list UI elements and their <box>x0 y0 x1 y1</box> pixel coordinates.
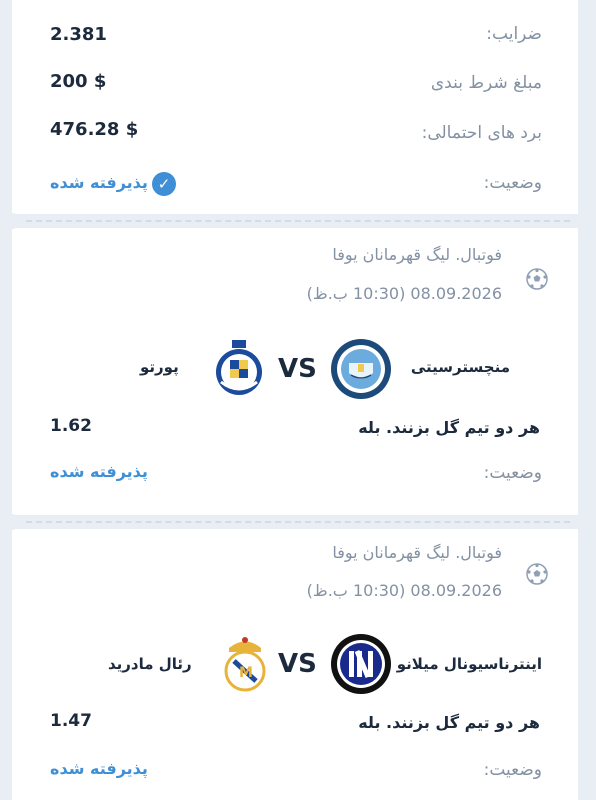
match-datetime: 08.09.2026 (10:30 ب.ظ) <box>306 284 502 303</box>
status-label: وضعیت: <box>483 760 542 780</box>
odds-label: ضرایب: <box>486 24 542 44</box>
football-icon <box>526 268 548 290</box>
ticket-notch <box>4 213 20 229</box>
vs-label: VS <box>278 354 317 384</box>
potential-win-label: برد های احتمالی: <box>421 123 542 143</box>
bet-odds: 1.62 <box>50 416 92 436</box>
inter-milan-logo-icon <box>331 634 391 694</box>
home-team-name: اینترناسیونال میلانو <box>396 655 542 673</box>
status-label: وضعیت: <box>483 173 542 193</box>
status-label: وضعیت: <box>483 463 542 483</box>
status-value: پذیرفته شده <box>50 759 148 778</box>
manchester-city-logo-icon <box>331 339 391 399</box>
football-icon <box>526 563 548 585</box>
home-team-name: منچسترسیتی <box>410 358 510 376</box>
match-datetime: 08.09.2026 (10:30 ب.ظ) <box>306 581 502 600</box>
status-value: پذیرفته شده <box>50 173 148 192</box>
check-icon: ✓ <box>152 172 176 196</box>
bet-market: هر دو تیم گل بزنند. بله <box>358 713 540 732</box>
porto-logo-icon <box>216 340 262 395</box>
away-team-name: پورتو <box>140 358 179 376</box>
away-team-name: رئال مادرید <box>108 655 192 673</box>
ticket-notch <box>4 514 20 530</box>
ticket-notch <box>576 514 592 530</box>
ticket-divider <box>26 521 570 523</box>
bet-market: هر دو تیم گل بزنند. بله <box>358 418 540 437</box>
ticket-notch <box>576 213 592 229</box>
ticket-divider <box>26 220 570 222</box>
bet-card: فوتبال. لیگ قهرمانان یوفا 08.09.2026 (10… <box>12 228 578 515</box>
real-madrid-logo-icon: M <box>224 637 266 692</box>
potential-win-value: 476.28 $ <box>50 119 139 140</box>
stake-label: مبلغ شرط بندی <box>430 73 542 93</box>
vs-label: VS <box>278 649 317 679</box>
bet-card: فوتبال. لیگ قهرمانان یوفا 08.09.2026 (10… <box>12 529 578 800</box>
bet-odds: 1.47 <box>50 711 92 731</box>
league-name: فوتبال. لیگ قهرمانان یوفا <box>332 245 502 264</box>
league-name: فوتبال. لیگ قهرمانان یوفا <box>332 543 502 562</box>
bet-summary-card: ضرایب: 2.381 مبلغ شرط بندی 200 $ برد های… <box>12 0 578 214</box>
odds-value: 2.381 <box>50 24 107 45</box>
svg-text:M: M <box>239 665 253 681</box>
stake-value: 200 $ <box>50 71 107 92</box>
status-value: پذیرفته شده <box>50 462 148 481</box>
